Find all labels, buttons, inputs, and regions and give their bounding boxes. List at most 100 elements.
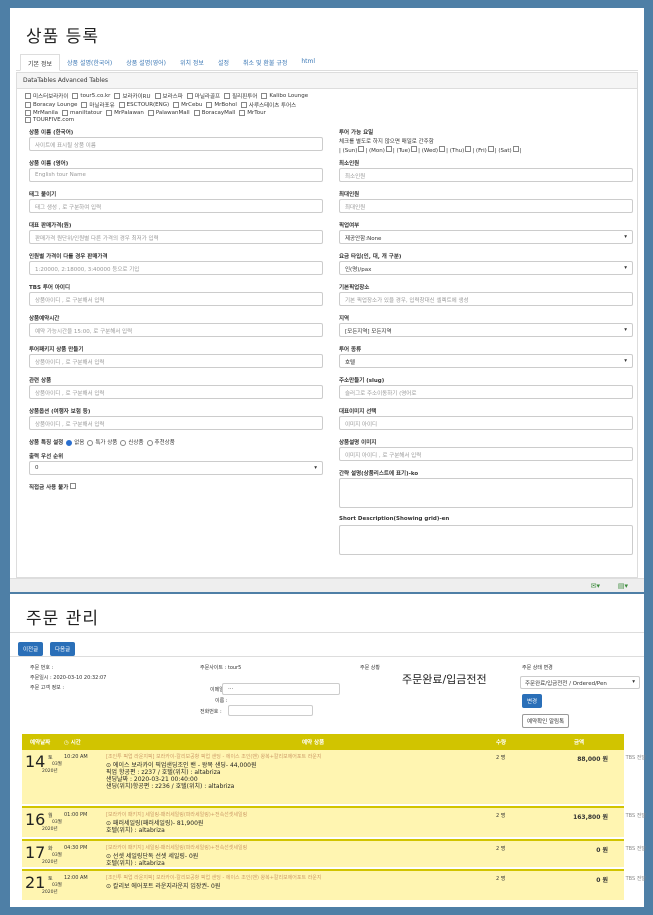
checkbox-box[interactable] (240, 102, 247, 108)
day-checkbox[interactable] (411, 146, 418, 152)
checkbox-box[interactable] (154, 93, 161, 99)
day-checkbox[interactable] (385, 146, 392, 152)
checkbox-box[interactable] (62, 110, 69, 116)
checkbox-box[interactable] (25, 93, 31, 99)
checkbox-box[interactable] (224, 93, 231, 99)
day-checkbox[interactable] (358, 146, 365, 152)
text-input[interactable]: 이미지 아이디 , 로 구분해서 입력 (339, 447, 633, 461)
text-input[interactable]: 상품아이디 , 로 구분해서 입력 (29, 292, 323, 306)
checkbox-box[interactable] (25, 102, 31, 108)
text-input[interactable]: 슬러그로 주소이동하기 (영어로 (339, 385, 633, 399)
checkbox-box[interactable] (25, 117, 31, 123)
tbs-link[interactable]: TBS 전달 (626, 875, 646, 882)
checkbox-box[interactable] (147, 110, 154, 116)
checkbox-box[interactable] (261, 93, 268, 99)
vendor-checkbox[interactable]: maniltatour (62, 110, 102, 116)
special-radio[interactable] (120, 439, 127, 446)
text-input[interactable]: 1:20000, 2:18000, 3:40000 등으로 기입 (29, 261, 323, 275)
checkbox-box[interactable] (25, 110, 31, 116)
select-input[interactable]: 호텔 ▾ (339, 354, 633, 368)
checkbox-box[interactable] (118, 102, 125, 108)
text-input[interactable]: 상품아이디 , 로 구분해서 입력 (29, 385, 323, 399)
vendor-checkbox[interactable]: MrBohol (206, 101, 237, 109)
select-input[interactable]: 제공안함:None ▾ (339, 230, 633, 244)
tab-desc-en[interactable]: 상품 설명(영어) (119, 54, 173, 70)
select-input[interactable]: 인(명)/pax ▾ (339, 261, 633, 275)
status-select[interactable]: 주문완료/입금전전 / Ordered/Pen ▾ (520, 676, 640, 689)
vendor-checkbox[interactable]: MrManila (25, 110, 58, 116)
row-time: 04:30 PM (64, 845, 88, 851)
direct-checkbox[interactable] (70, 483, 77, 489)
tab-basic[interactable]: 기본 정보 (20, 54, 60, 71)
phone-field[interactable] (228, 705, 313, 716)
field-value: 최소인원 (345, 174, 366, 180)
text-input[interactable]: 이미지 아이디 (339, 416, 633, 430)
select-input[interactable]: [모든지역] 모든지역 ▾ (339, 323, 633, 337)
vendor-checkbox[interactable]: MrPalawan (106, 110, 144, 116)
special-radio[interactable] (146, 439, 153, 446)
vendor-checkbox[interactable]: Kalibo Lounge (261, 92, 308, 100)
special-radio[interactable] (66, 439, 73, 446)
vendor-checkbox[interactable]: 필리핀투어 (224, 92, 257, 100)
vendor-checkbox[interactable]: PalawanMall (147, 110, 190, 116)
change-button[interactable]: 변경 (522, 694, 543, 708)
tab-html[interactable]: html (294, 54, 322, 70)
text-input[interactable]: 상품아이디 , 로 구분해서 입력 (29, 416, 323, 430)
vendor-checkbox[interactable]: 보라카이RU (114, 92, 151, 100)
checkbox-box[interactable] (173, 102, 180, 108)
text-input[interactable]: 상품아이디 , 로 구분해서 입력 (29, 354, 323, 368)
vendor-checkbox[interactable]: MrTour (239, 110, 266, 116)
prev-button[interactable]: 이전글 (18, 642, 44, 656)
tbs-link[interactable]: TBS 전달 (626, 754, 646, 761)
text-input[interactable]: 최소인원 (339, 168, 633, 182)
vendor-checkbox[interactable]: 마닐라골프 (186, 92, 220, 100)
vendor-checkbox[interactable]: ESCTOUR(ENG) (118, 101, 169, 109)
special-option-label: 추천상품 (154, 440, 175, 446)
vendor-checkbox[interactable]: 보라스파 (154, 92, 183, 100)
text-input[interactable]: 최대인원 (339, 199, 633, 213)
text-input[interactable]: 태그 생성 , 로 구분하여 입력 (29, 199, 323, 213)
day-checkbox[interactable] (487, 146, 494, 152)
next-button[interactable]: 다음글 (50, 642, 76, 656)
tab-desc-ko[interactable]: 상품 설명(한국어) (60, 54, 119, 70)
vendor-checkbox[interactable]: 마닐라포유 (81, 101, 115, 109)
text-input[interactable]: English tour Name (29, 168, 323, 182)
grid-icon[interactable]: ▤▾ (618, 582, 628, 590)
priority-select[interactable]: 0 ▾ (29, 461, 323, 475)
vendor-checkbox[interactable]: TOURFIVE.com (25, 117, 74, 123)
desc-en-textarea[interactable] (339, 525, 633, 555)
mail-icon[interactable]: ✉▾ (591, 582, 600, 590)
day-checkbox[interactable] (439, 146, 446, 152)
checkbox-box[interactable] (186, 93, 193, 99)
checkbox-box[interactable] (114, 93, 121, 99)
checkbox-box[interactable] (106, 110, 113, 116)
checkbox-box[interactable] (81, 102, 88, 108)
text-input[interactable]: 사이트에 표시될 상품 이름 (29, 137, 323, 151)
tab-settings[interactable]: 설정 (211, 54, 236, 70)
vendor-label: Boracay Lounge (33, 102, 78, 108)
desc-ko-textarea[interactable] (339, 478, 633, 508)
vendor-checkbox[interactable]: Boracay Lounge (25, 101, 77, 109)
vendor-checkbox[interactable]: 미스터보라카이 (25, 92, 68, 100)
vendor-checkbox[interactable]: MrCebu (173, 101, 202, 109)
checkbox-box[interactable] (206, 102, 213, 108)
vendor-checkbox[interactable]: 사루스테이츠 투어스 (240, 101, 296, 109)
tbs-link[interactable]: TBS 전달 (626, 812, 646, 819)
special-radio[interactable] (87, 439, 94, 446)
text-input[interactable]: 기본 픽업장소가 있을 경우, 입력창대신 셀렉트에 생성 (339, 292, 633, 306)
tbs-link[interactable]: TBS 전달 (626, 845, 646, 852)
day-checkbox[interactable] (512, 146, 519, 152)
alarm-button[interactable]: 예약확인 알림톡 (522, 714, 570, 728)
vendor-checkbox[interactable]: tour5.co.kr (72, 92, 110, 100)
checkbox-box[interactable] (193, 110, 200, 116)
checkbox-box[interactable] (72, 93, 79, 99)
tab-refund[interactable]: 취소 및 환불 규정 (236, 54, 294, 70)
day-checkbox[interactable] (465, 146, 472, 152)
text-input[interactable]: 예약 가능시간을 15:00, 로 구분해서 입력 (29, 323, 323, 337)
tab-location[interactable]: 위치 정보 (173, 54, 211, 70)
text-input[interactable]: 판매가격 원단위/인원별 다른 가격의 경우 최저가 입력 (29, 230, 323, 244)
desc-ko-label: 간략 설명(상품리스트에 표기)-ko (339, 471, 419, 477)
vendor-checkbox[interactable]: BoracayMall (193, 110, 235, 116)
email-field[interactable]: ... (222, 683, 340, 695)
checkbox-box[interactable] (239, 110, 246, 116)
